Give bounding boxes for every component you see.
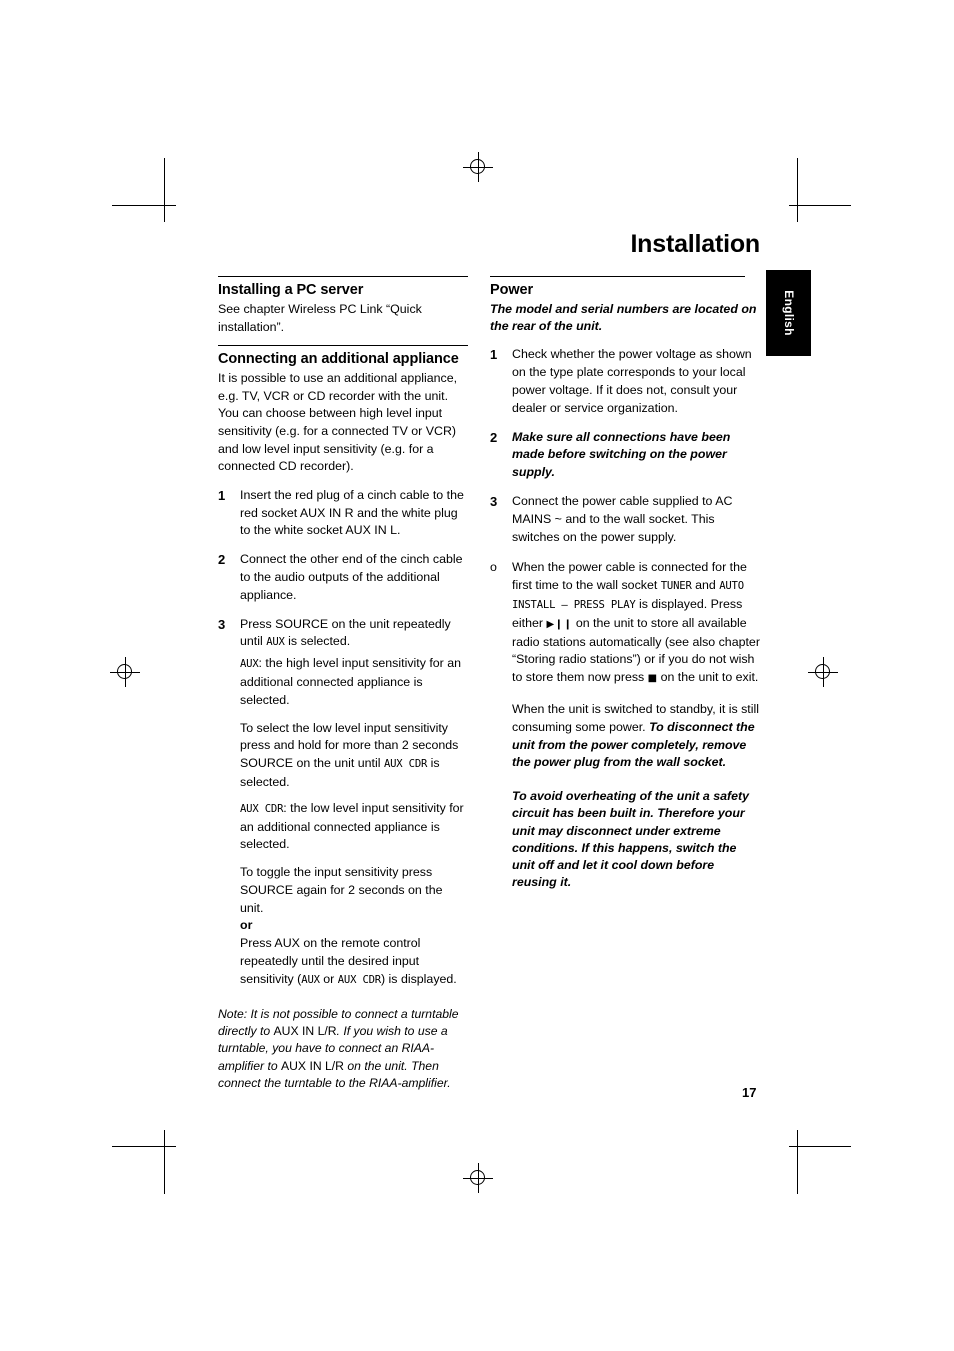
step-text: Check whether the power voltage as shown…: [512, 347, 752, 415]
crop-mark-top-left-vertical: [164, 158, 165, 222]
power-subheading: The model and serial numbers are located…: [490, 302, 757, 334]
para-text-mid: or: [319, 971, 338, 986]
bullet-text: When the power cable is connected for th…: [512, 560, 760, 684]
sub-text: : the high level input sensitivity for a…: [240, 656, 462, 707]
left-note: Note: It is not possible to connect a tu…: [218, 1006, 468, 1093]
left-step-2: 2 Connect the other end of the cinch cab…: [218, 551, 468, 604]
section-installing-pc-server: Installing a PC server See chapter Wirel…: [218, 276, 468, 336]
mono-aux: AUX: [266, 636, 285, 649]
play-pause-icon: ▶❙❙: [546, 618, 573, 630]
language-tab-label: English: [781, 290, 796, 336]
right-step-2: 2 Make sure all connections have been ma…: [490, 429, 760, 482]
heading-power: Power: [490, 282, 534, 298]
step-number: 3: [218, 616, 226, 632]
right-bullet-auto-install: o When the power cable is connected for …: [490, 559, 760, 688]
para-text-b: ) is displayed.: [380, 971, 457, 986]
text-installing-pc-server: See chapter Wireless PC Link “Quick inst…: [218, 302, 422, 334]
mono-aux: AUX: [301, 973, 320, 986]
heading-installing-pc-server: Installing a PC server: [218, 282, 364, 298]
bullet-text-e: on the unit to exit.: [657, 670, 759, 685]
step-text: Connect the other end of the cinch cable…: [240, 552, 463, 602]
document-page: Installation English Installing a PC ser…: [0, 0, 954, 1351]
right-step-1: 1 Check whether the power voltage as sho…: [490, 346, 760, 417]
crop-mark-bottom-left-horizontal: [112, 1146, 176, 1147]
right-step-3: 3 Connect the power cable supplied to AC…: [490, 493, 760, 546]
text-connecting-additional-appliance: It is possible to use an additional appl…: [218, 371, 458, 474]
section-connecting-additional-appliance: Connecting an additional appliance It is…: [218, 345, 468, 476]
page-number: 17: [742, 1085, 757, 1100]
step-number: 1: [490, 347, 498, 363]
bullet-text-b: and: [691, 578, 720, 593]
left-step-3-sub-1: AUX: the high level input sensitivity fo…: [218, 655, 468, 709]
step-text: Connect the power cable supplied to AC M…: [512, 493, 733, 544]
crop-mark-top-right-horizontal: [789, 205, 851, 206]
mono-aux-cdr: AUX CDR: [337, 973, 381, 986]
crop-mark-top-right-vertical: [797, 158, 798, 222]
registration-mark-bottom: [463, 1163, 493, 1193]
right-column: Power The model and serial numbers are l…: [490, 276, 760, 891]
page-title: Installation: [630, 230, 760, 258]
registration-mark-top: [463, 152, 493, 182]
left-column: Installing a PC server See chapter Wirel…: [218, 276, 468, 1093]
mono-tuner: TUNER: [660, 580, 692, 593]
crop-mark-top-left-horizontal: [112, 205, 176, 206]
step-number: 2: [490, 429, 498, 445]
left-step-1: 1 Insert the red plug of a cinch cable t…: [218, 487, 468, 540]
para-text: To toggle the input sensitivity press SO…: [240, 865, 443, 915]
step-number: 1: [218, 487, 226, 503]
step-number: 2: [218, 552, 226, 568]
bullet-marker: o: [490, 560, 497, 575]
note-roman-1: AUX IN L/R: [273, 1024, 337, 1039]
heading-connecting-additional-appliance: Connecting an additional appliance: [218, 351, 459, 368]
step-number: 3: [490, 493, 498, 509]
section-rule: [490, 276, 745, 277]
left-step-3-para-remote: Press AUX on the remote control repeated…: [218, 935, 468, 989]
language-tab: English: [766, 270, 811, 356]
section-rule: [218, 276, 468, 277]
step-text: Insert the red plug of a cinch cable to …: [240, 487, 464, 538]
section-rule: [218, 345, 468, 347]
mono-aux-cdr: AUX CDR: [383, 758, 428, 771]
mono-aux: AUX: [240, 658, 259, 671]
left-step-3: 3 Press SOURCE on the unit repeatedly un…: [218, 616, 468, 653]
mono-aux-cdr: AUX CDR: [240, 802, 284, 815]
right-standby-paragraph: When the unit is switched to standby, it…: [490, 701, 760, 772]
crop-mark-bottom-left-vertical: [164, 1130, 165, 1194]
registration-mark-right: [808, 657, 838, 687]
stop-icon: ■: [647, 673, 658, 685]
registration-mark-left: [110, 657, 140, 687]
note-roman-2: AUX IN L/R: [281, 1058, 344, 1073]
step-text-tail: is selected.: [284, 634, 351, 649]
right-overheating-warning: To avoid overheating of the unit a safet…: [512, 789, 750, 890]
step-text: Make sure all connections have been made…: [512, 429, 731, 480]
crop-mark-bottom-right-horizontal: [789, 1146, 851, 1147]
crop-mark-bottom-right-vertical: [797, 1130, 798, 1194]
left-step-3-para-toggle: To toggle the input sensitivity press SO…: [218, 864, 468, 917]
left-step-3-or: or: [218, 917, 468, 935]
left-step-3-para-low-sensitivity: To select the low level input sensitivit…: [218, 720, 468, 792]
left-step-3-sub-2: AUX CDR: the low level input sensitivity…: [218, 800, 468, 854]
or-label: or: [240, 918, 253, 933]
